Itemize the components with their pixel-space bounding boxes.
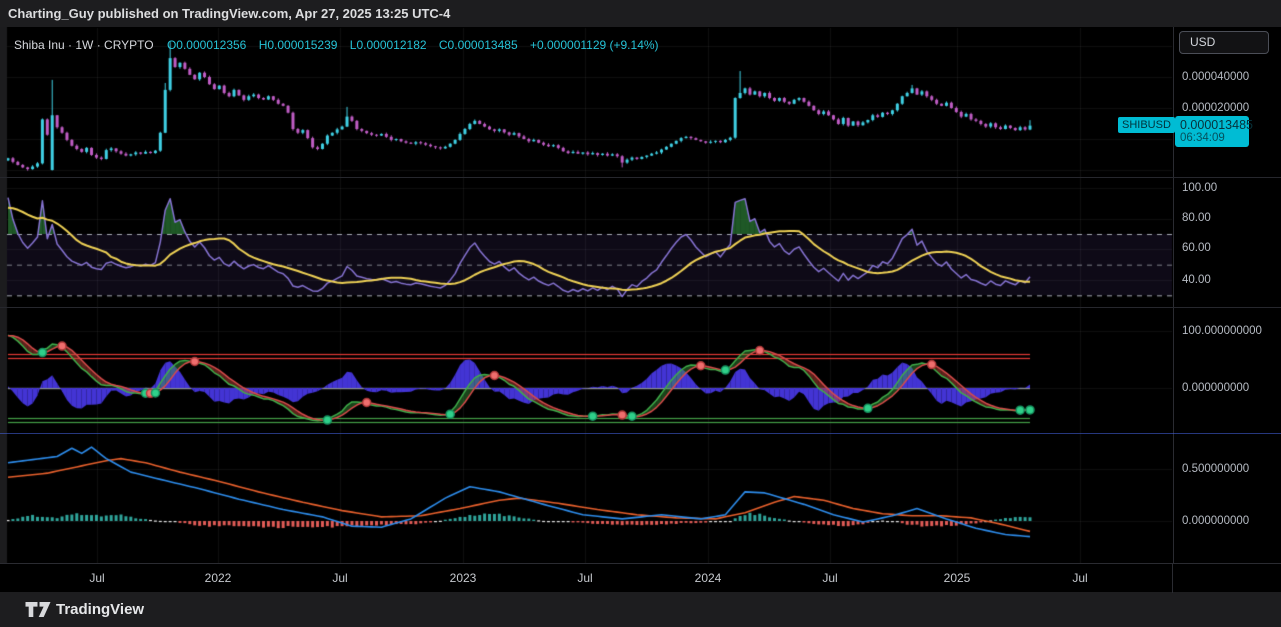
attribution-bar: TradingView (0, 592, 1281, 627)
price-axis-label: 40.00 (1182, 274, 1211, 286)
price-axis-label: 100.000000000 (1182, 325, 1262, 337)
tradingview-published-chart: Charting_Guy published on TradingView.co… (0, 0, 1281, 627)
tradingview-brand-link[interactable]: TradingView (56, 592, 144, 627)
time-axis-label: Jul (89, 571, 104, 585)
published-line: Charting_Guy published on TradingView.co… (8, 6, 450, 21)
price-axis-label: 80.00 (1182, 212, 1211, 224)
time-axis-label: 2025 (944, 571, 971, 585)
ohlc-low: L0.000012182 (350, 38, 427, 52)
time-axis-label: Jul (577, 571, 592, 585)
last-price-badge: 0.000013485 06:34:09 (1175, 116, 1249, 147)
price-axis-label: 0.000000000 (1182, 382, 1249, 394)
ohlc-open: O0.000012356 (167, 38, 246, 52)
time-scale-corner-divider (1172, 564, 1173, 593)
currency-toggle-button[interactable]: USD (1179, 31, 1269, 54)
time-axis-label: Jul (1072, 571, 1087, 585)
ohlc-high: H0.000015239 (259, 38, 338, 52)
price-axis-label: 60.00 (1182, 242, 1211, 254)
time-axis-label: 2022 (205, 571, 232, 585)
last-price-value: 0.000013485 (1180, 118, 1244, 132)
time-axis-label: 2023 (450, 571, 477, 585)
price-axis-label: 0.000020000 (1182, 102, 1249, 114)
time-axis-label: 2024 (695, 571, 722, 585)
pane-separator-3-active[interactable] (0, 433, 1281, 434)
pane-separator-2[interactable] (0, 307, 1281, 308)
chart-area[interactable]: Shiba Inu · 1W · CRYPTO O0.000012356 H0.… (0, 27, 1281, 563)
bar-close-countdown: 06:34:09 (1180, 132, 1244, 145)
ohlc-change: +0.000001129 (+9.14%) (530, 38, 659, 52)
price-axis-label: 100.00 (1182, 182, 1217, 194)
time-axis-label: Jul (332, 571, 347, 585)
tradingview-logo-icon[interactable] (25, 601, 53, 618)
price-axis-label: 0.000000000 (1182, 515, 1249, 527)
price-scale[interactable]: USD 0.000040000 0.000020000 100.00 80.00 60.… (1173, 27, 1281, 563)
time-scale[interactable]: Jul 2022 Jul 2023 Jul 2024 Jul 2025 Jul (0, 563, 1281, 592)
chart-canvas[interactable] (0, 27, 1173, 563)
symbol-ohlc-readout: Shiba Inu · 1W · CRYPTO O0.000012356 H0.… (14, 38, 668, 52)
price-axis-label: 0.000040000 (1182, 71, 1249, 83)
price-axis-label: 0.500000000 (1182, 463, 1249, 475)
symbol-price-label: SHIBUSD (1118, 117, 1175, 133)
pane-separator-1[interactable] (0, 177, 1281, 178)
time-axis-label: Jul (822, 571, 837, 585)
publish-info-bar: Charting_Guy published on TradingView.co… (0, 0, 1281, 27)
symbol-title: Shiba Inu · 1W · CRYPTO (14, 38, 154, 52)
ohlc-close: C0.000013485 (439, 38, 518, 52)
